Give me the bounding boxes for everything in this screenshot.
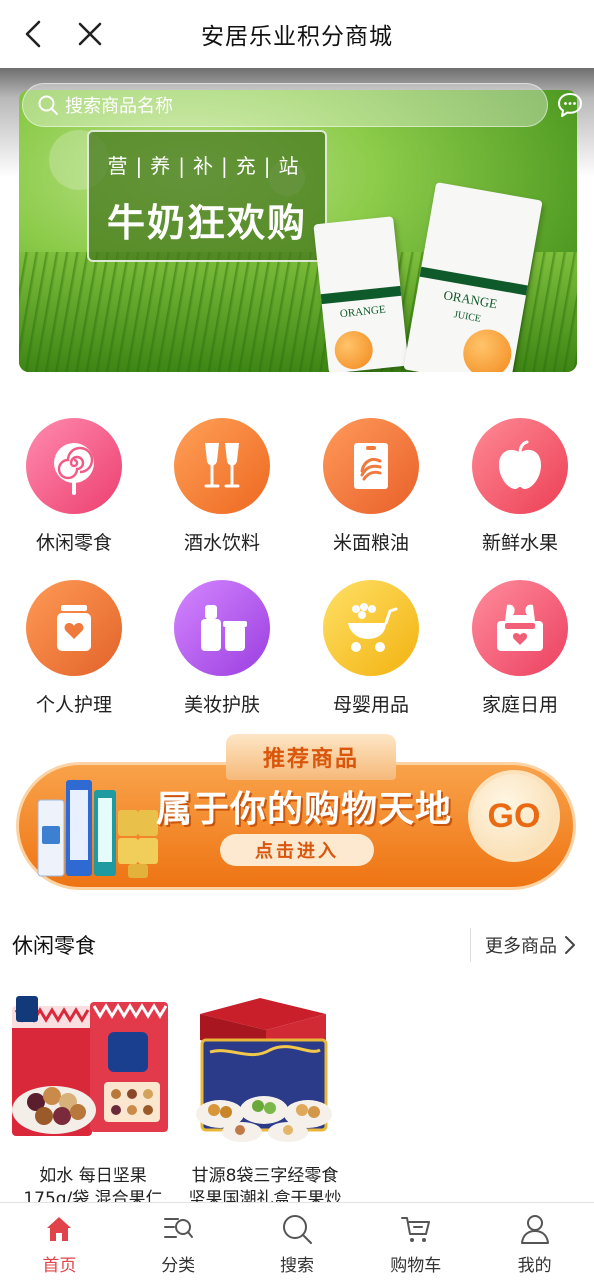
category-cosmetics[interactable]: 美妆护肤: [148, 580, 296, 717]
category-label: 美妆护肤: [183, 694, 260, 716]
wine-glasses-icon: [174, 418, 270, 514]
nav-label: 分类: [161, 1256, 196, 1276]
nav-search[interactable]: 搜索: [238, 1203, 357, 1280]
nav-label: 购物车: [390, 1256, 442, 1276]
section-title: 休闲零食: [12, 934, 96, 958]
promo-text-box: 营|养|补|充|站 牛奶狂欢购: [87, 130, 327, 262]
home-icon: [47, 1217, 72, 1241]
orange-fruit: [332, 329, 375, 371]
cart-icon: [400, 1217, 430, 1242]
close-icon[interactable]: [74, 18, 106, 50]
category-household[interactable]: 家庭日用: [446, 580, 594, 717]
orange-fruit: [459, 325, 516, 372]
category-fruit[interactable]: 新鲜水果: [446, 418, 594, 555]
go-button[interactable]: GO: [468, 770, 560, 862]
top-bar: 安居乐业积分商城: [0, 0, 594, 68]
product-image-nuts: [12, 996, 168, 1136]
nav-category[interactable]: 分类: [119, 1203, 238, 1280]
promo-subtitle: 营|养|补|充|站: [107, 154, 307, 178]
category-label: 母婴用品: [332, 694, 409, 716]
user-icon: [520, 1215, 549, 1244]
category-snacks[interactable]: 休闲零食: [0, 418, 148, 555]
page-title: 安居乐业积分商城: [201, 24, 393, 50]
nav-label: 首页: [42, 1256, 77, 1276]
lollipop-icon: [26, 418, 122, 514]
nav-home[interactable]: 首页: [0, 1203, 119, 1280]
search-icon: [38, 95, 58, 115]
product-image-gift-box: [196, 998, 332, 1142]
nav-profile[interactable]: 我的: [475, 1203, 594, 1280]
chevron-left-icon[interactable]: [18, 18, 50, 50]
carton-band: [320, 285, 402, 305]
recommend-tab-label: 推荐商品: [262, 747, 359, 772]
enter-button-label: 点击进入: [255, 841, 339, 862]
promo-banner[interactable]: 营|养|补|充|站 牛奶狂欢购 ORANGE ORANGE JUICE: [19, 90, 577, 372]
rice-bag-icon: [323, 418, 419, 514]
carton-brand: ORANGE: [339, 303, 387, 321]
category-label: 家庭日用: [481, 694, 558, 716]
chevron-right-icon: [565, 936, 575, 954]
category-label: 新鲜水果: [481, 532, 558, 554]
apple-icon: [472, 418, 568, 514]
enter-button[interactable]: 点击进入: [220, 834, 374, 866]
category-label: 个人护理: [35, 694, 112, 716]
category-grains[interactable]: 米面粮油: [297, 418, 445, 555]
recommend-banner[interactable]: 推荐商品 属于你的购物天地 点击进入 GO: [16, 730, 578, 890]
search-bar[interactable]: 搜索商品名称: [22, 83, 548, 127]
category-label: 米面粮油: [332, 532, 409, 554]
nav-label: 我的: [517, 1256, 552, 1276]
search-placeholder: 搜索商品名称: [65, 96, 173, 117]
category-search-icon: [164, 1218, 194, 1238]
search-icon: [282, 1215, 312, 1244]
product-card[interactable]: 如水 每日坚果 175g/袋 混合果仁: [8, 992, 178, 1211]
category-personal-care[interactable]: 个人护理: [0, 580, 148, 717]
category-label: 酒水饮料: [183, 532, 260, 554]
go-button-label: GO: [487, 796, 541, 835]
care-jar-icon: [26, 580, 122, 676]
category-baby[interactable]: 母婴用品: [297, 580, 445, 717]
product-name-line: 如水 每日坚果: [39, 1166, 147, 1186]
product-card[interactable]: 甘源8袋三字经零食 坚果国潮礼盒干果炒: [180, 992, 350, 1211]
recommend-headline: 属于你的购物天地: [155, 789, 452, 830]
category-label: 休闲零食: [35, 532, 112, 554]
more-products-label: 更多商品: [485, 936, 557, 957]
more-products-link[interactable]: 更多商品: [470, 928, 577, 962]
category-drinks[interactable]: 酒水饮料: [148, 418, 296, 555]
bottom-nav: 首页 分类 搜索 购物车 我的: [0, 1202, 594, 1280]
nav-cart[interactable]: 购物车: [356, 1203, 475, 1280]
nav-label: 搜索: [279, 1256, 314, 1276]
recommend-tab: 推荐商品: [226, 734, 396, 780]
chat-bubble-icon[interactable]: [556, 91, 584, 119]
promo-headline: 牛奶狂欢购: [106, 201, 307, 245]
product-name-line: 甘源8袋三字经零食: [191, 1166, 339, 1186]
tissue-box-icon: [472, 580, 568, 676]
stroller-icon: [323, 580, 419, 676]
juice-carton: ORANGE: [313, 216, 409, 372]
cosmetics-icon: [174, 580, 270, 676]
